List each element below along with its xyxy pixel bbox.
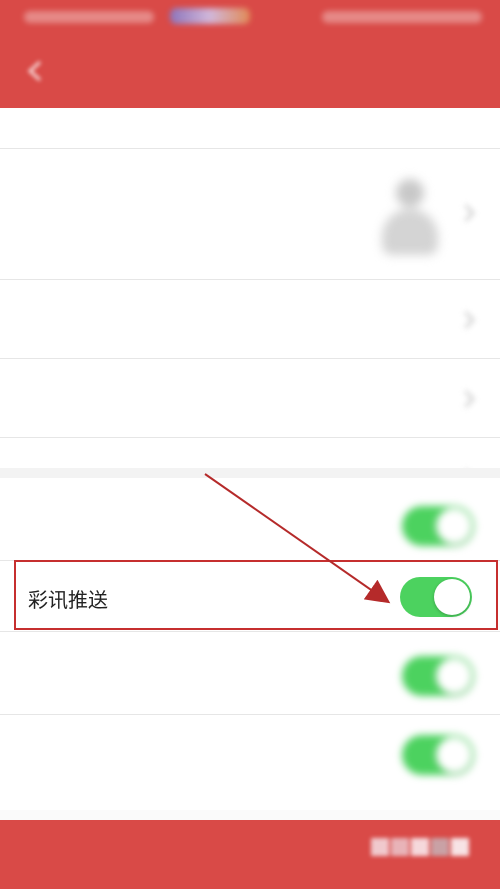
section-gap bbox=[0, 468, 500, 478]
page-title bbox=[190, 58, 310, 84]
toggle-row-3 bbox=[0, 632, 500, 714]
status-right-text bbox=[322, 11, 482, 23]
toggle-switch[interactable] bbox=[402, 656, 474, 696]
highlighted-toggle-row: 彩讯推送 bbox=[14, 560, 498, 630]
settings-row-avatar[interactable] bbox=[0, 149, 500, 279]
chevron-right-icon bbox=[457, 311, 475, 329]
toggle-switch[interactable] bbox=[402, 735, 474, 775]
app-header bbox=[0, 36, 500, 108]
settings-row-2[interactable] bbox=[0, 280, 500, 358]
avatar bbox=[378, 179, 442, 257]
status-left-text bbox=[24, 11, 154, 23]
settings-row-3[interactable] bbox=[0, 359, 500, 437]
footer-bar bbox=[0, 820, 500, 889]
status-bar bbox=[0, 0, 500, 36]
settings-row-top bbox=[0, 108, 500, 148]
toggle-switch[interactable] bbox=[402, 506, 474, 546]
settings-list bbox=[0, 108, 500, 820]
mms-push-toggle[interactable] bbox=[400, 577, 472, 617]
status-center-icons bbox=[170, 8, 250, 24]
watermark-mosaic bbox=[370, 838, 480, 874]
mms-push-label: 彩讯推送 bbox=[28, 588, 108, 612]
footer-button[interactable] bbox=[190, 840, 310, 870]
back-arrow-icon[interactable] bbox=[22, 58, 52, 84]
toggle-row-1 bbox=[0, 478, 500, 560]
chevron-right-icon bbox=[457, 204, 475, 222]
chevron-right-icon bbox=[457, 390, 475, 408]
toggle-row-4 bbox=[0, 715, 500, 810]
